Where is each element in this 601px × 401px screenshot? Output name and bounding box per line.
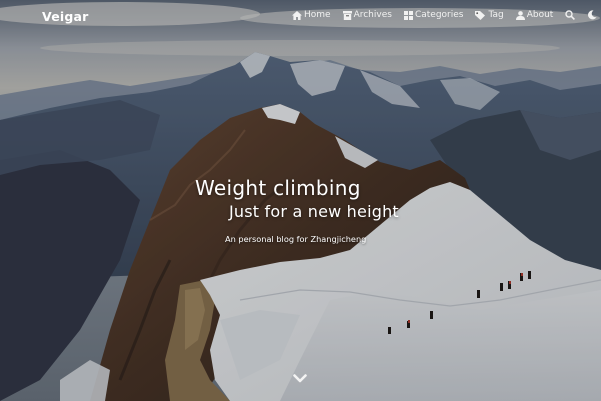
- archive-icon: [342, 10, 352, 20]
- hero-subtitle: An personal blog for Zhangjicheng: [225, 234, 367, 244]
- nav-item-label: Categories: [414, 10, 464, 20]
- tag-icon: [475, 10, 486, 20]
- scroll-down-button[interactable]: [293, 369, 307, 383]
- nav-item-label: About: [526, 10, 554, 20]
- search-button[interactable]: [565, 10, 576, 20]
- nav-item-label: Home: [304, 10, 331, 20]
- nav-item-categories[interactable]: Categories: [403, 10, 464, 20]
- moon-icon: [588, 10, 597, 20]
- hero-banner: Veigar Home Archives Categories Tag Abou…: [0, 0, 601, 401]
- hero-title-line-2: Just for a new height: [229, 202, 399, 221]
- home-icon: [292, 10, 302, 20]
- hero-title-line-1: Weight climbing: [195, 176, 361, 200]
- site-brand[interactable]: Veigar: [42, 9, 89, 24]
- chevron-down-icon: [293, 374, 307, 383]
- hero-dim-overlay: [0, 0, 601, 401]
- top-navbar: Veigar Home Archives Categories Tag Abou…: [0, 0, 601, 34]
- nav-item-archives[interactable]: Archives: [342, 10, 392, 20]
- nav-item-home[interactable]: Home: [292, 10, 331, 20]
- nav-item-tag[interactable]: Tag: [475, 10, 504, 20]
- theme-toggle-button[interactable]: [587, 10, 597, 20]
- search-icon: [565, 10, 576, 20]
- user-icon: [515, 10, 525, 20]
- nav-item-label: Tag: [488, 10, 504, 20]
- nav-menu: Home Archives Categories Tag About: [292, 10, 601, 20]
- categories-icon: [403, 10, 413, 20]
- nav-item-label: Archives: [353, 10, 392, 20]
- nav-item-about[interactable]: About: [515, 10, 554, 20]
